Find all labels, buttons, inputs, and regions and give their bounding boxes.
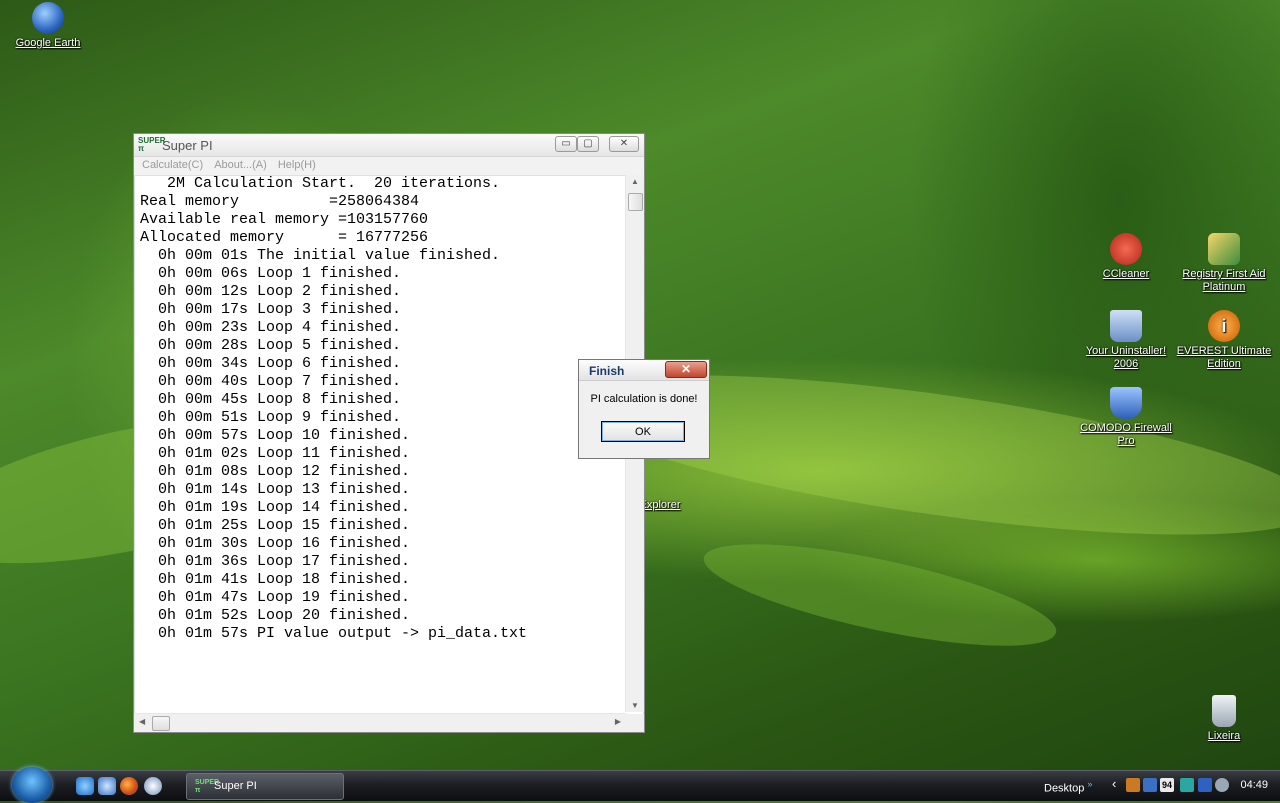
globe-icon (32, 2, 64, 34)
horizontal-scrollbar[interactable]: ◀ ▶ (134, 713, 626, 732)
desktop-icon-label: EVEREST Ultimate Edition (1176, 345, 1272, 370)
tray-sound-icon[interactable] (1215, 778, 1229, 792)
desktop-toolbar-chevron[interactable]: » (1087, 779, 1092, 789)
registry-first-aid-icon (1208, 233, 1240, 265)
log-line: 0h 00m 51s Loop 9 finished. (140, 409, 402, 426)
clock[interactable]: 04:49 (1240, 779, 1268, 791)
taskbar-app-superpi[interactable]: SUPER π Super PI (186, 773, 344, 800)
log-line: 0h 01m 52s Loop 20 finished. (140, 607, 411, 624)
dialog-message: PI calculation is done! (590, 393, 698, 405)
log-line: Allocated memory = 16777256 (140, 229, 429, 246)
superpi-window: SUPER π Super PI ▭ ▢ ✕ Calculate(C) Abou… (133, 133, 645, 733)
desktop-icon-label: Lixeira (1207, 730, 1241, 742)
log-line: 0h 00m 17s Loop 3 finished. (140, 301, 402, 318)
tray-expand-icon[interactable]: ‹ (1112, 776, 1116, 791)
folder-icon (644, 464, 676, 496)
ccleaner-icon (1110, 233, 1142, 265)
dialog-title: Finish (589, 364, 625, 378)
desktop-icon-your-uninstaller[interactable]: Your Uninstaller! 2006 (1078, 310, 1174, 371)
log-line: 0h 01m 25s Loop 15 finished. (140, 517, 411, 534)
desktop-icon-label: Your Uninstaller! 2006 (1085, 345, 1167, 370)
scroll-up-arrow-icon[interactable]: ▲ (631, 177, 639, 186)
finish-dialog: Finish ✕ PI calculation is done! OK (578, 359, 710, 459)
taskbar-app-label: Super PI (214, 780, 257, 792)
desktop-icon-ccleaner[interactable]: CCleaner (1078, 233, 1174, 281)
internet-explorer-icon[interactable] (76, 777, 94, 795)
horizontal-scroll-thumb[interactable] (152, 716, 170, 731)
log-line: 0h 00m 06s Loop 1 finished. (140, 265, 402, 282)
menu-about[interactable]: About...(A) (214, 159, 267, 171)
log-line: 0h 00m 34s Loop 6 finished. (140, 355, 402, 372)
desktop-icon-everest[interactable]: i EVEREST Ultimate Edition (1176, 310, 1272, 371)
desktop-icon-label: Google Earth (15, 37, 81, 49)
shield-icon (1110, 387, 1142, 419)
log-line: Available real memory =103157760 (140, 211, 429, 228)
dialog-titlebar[interactable]: Finish ✕ (579, 360, 709, 381)
ie-alt-icon[interactable] (98, 777, 116, 795)
log-line: 0h 00m 12s Loop 2 finished. (140, 283, 402, 300)
log-line: 0h 00m 40s Loop 7 finished. (140, 373, 402, 390)
taskbar: SUPER π Super PI Desktop » ‹ 94 04:49 (0, 767, 1280, 803)
log-line: 0h 01m 14s Loop 13 finished. (140, 481, 411, 498)
desktop-label-text: Desktop (1044, 782, 1085, 795)
firefox-icon[interactable] (120, 777, 138, 795)
tray-network-icon[interactable] (1180, 778, 1194, 792)
log-line: 0h 01m 41s Loop 18 finished. (140, 571, 411, 588)
log-line: 0h 01m 19s Loop 14 finished. (140, 499, 411, 516)
superpi-app-icon: SUPER π (138, 136, 166, 153)
window-titlebar[interactable]: SUPER π Super PI ▭ ▢ ✕ (134, 134, 644, 157)
log-line: 0h 01m 36s Loop 17 finished. (140, 553, 411, 570)
log-line: 0h 01m 57s PI value output -> pi_data.tx… (140, 625, 528, 642)
scroll-down-arrow-icon[interactable]: ▼ (631, 701, 639, 710)
log-line: 2M Calculation Start. 20 iterations. (140, 175, 501, 192)
vertical-scroll-thumb[interactable] (628, 193, 643, 211)
menu-calculate[interactable]: Calculate(C) (142, 159, 203, 171)
desktop-toolbar-label[interactable]: Desktop » (1044, 779, 1093, 795)
scroll-left-arrow-icon[interactable]: ◀ (139, 717, 145, 726)
recycle-bin-icon (1212, 695, 1236, 727)
window-title: Super PI (162, 138, 213, 153)
log-line: 0h 00m 28s Loop 5 finished. (140, 337, 402, 354)
log-line: 0h 00m 57s Loop 10 finished. (140, 427, 411, 444)
menu-help[interactable]: Help(H) (278, 159, 316, 171)
superpi-taskbar-icon: SUPER π (195, 779, 220, 794)
log-line: 0h 01m 30s Loop 16 finished. (140, 535, 411, 552)
tray-monitor-icon[interactable] (1198, 778, 1212, 792)
log-line: 0h 00m 01s The initial value finished. (140, 247, 501, 264)
log-line: 0h 01m 08s Loop 12 finished. (140, 463, 411, 480)
log-line: 0h 00m 23s Loop 4 finished. (140, 319, 402, 336)
desktop-icon-label: COMODO Firewall Pro (1080, 422, 1172, 447)
desktop-icon-label: CCleaner (1102, 268, 1150, 280)
desktop-icon-comodo-firewall[interactable]: COMODO Firewall Pro (1078, 387, 1174, 448)
trash-bin-icon (1110, 310, 1142, 342)
log-line: 0h 01m 02s Loop 11 finished. (140, 445, 411, 462)
tray-badge-icon[interactable]: 94 (1160, 778, 1174, 792)
desktop-icon-label: Registry First Aid Platinum (1182, 268, 1266, 293)
close-button[interactable]: ✕ (609, 136, 639, 152)
desktop-icon-google-earth[interactable]: Google Earth (0, 2, 96, 50)
start-button[interactable] (12, 767, 52, 803)
output-log: 2M Calculation Start. 20 iterations. Real… (134, 175, 624, 712)
dialog-close-button[interactable]: ✕ (665, 361, 707, 378)
maximize-button[interactable]: ▢ (577, 136, 599, 152)
tray-volume-icon[interactable] (1126, 778, 1140, 792)
minimize-button[interactable]: ▭ (555, 136, 577, 152)
ok-button[interactable]: OK (601, 421, 685, 442)
log-line: 0h 00m 45s Loop 8 finished. (140, 391, 402, 408)
tray-shield-icon[interactable] (1143, 778, 1157, 792)
info-icon: i (1208, 310, 1240, 342)
log-line: 0h 01m 47s Loop 19 finished. (140, 589, 411, 606)
scroll-right-arrow-icon[interactable]: ▶ (615, 717, 621, 726)
menu-bar: Calculate(C) About...(A) Help(H) (134, 157, 644, 176)
log-line: Real memory =258064384 (140, 193, 420, 210)
desktop-icon-registry-first-aid[interactable]: Registry First Aid Platinum (1176, 233, 1272, 294)
resize-grip-icon[interactable] (626, 714, 644, 732)
media-player-icon[interactable] (144, 777, 162, 795)
leaf-decoration (696, 523, 1064, 667)
desktop-icon-lixeira[interactable]: Lixeira (1176, 695, 1272, 743)
